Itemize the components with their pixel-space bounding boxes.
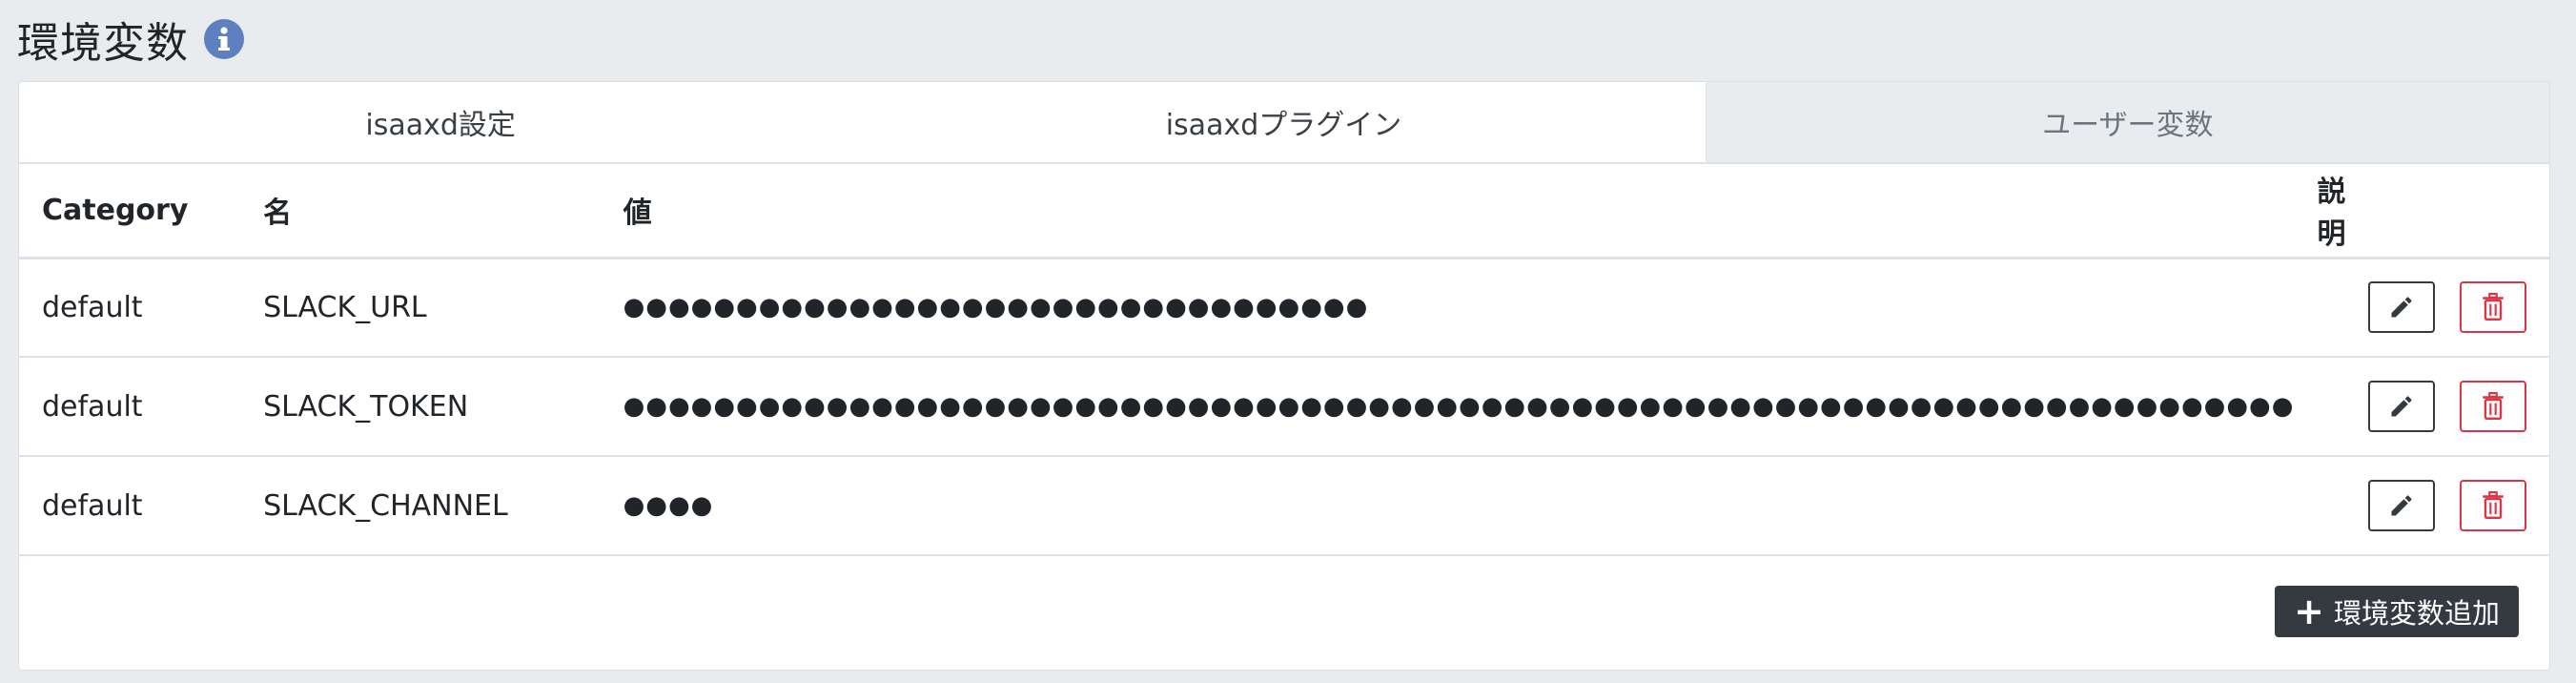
- header-description: 説明: [2294, 164, 2346, 259]
- page-header: 環境変数: [17, 8, 244, 71]
- info-icon[interactable]: [204, 19, 244, 59]
- cell-value: ●●●●: [623, 491, 714, 520]
- tab-user-variables[interactable]: ユーザー変数: [1705, 82, 2549, 162]
- tab-isaaxd-plugins[interactable]: isaaxdプラグイン: [862, 82, 1706, 162]
- plus-icon: +: [2294, 590, 2324, 632]
- header-actions: [2345, 164, 2549, 259]
- trash-icon: [2483, 392, 2504, 421]
- cell-name: SLACK_CHANNEL: [263, 488, 508, 523]
- cell-description: [2294, 357, 2345, 456]
- delete-button[interactable]: [2460, 480, 2526, 531]
- cell-actions: [2345, 357, 2549, 456]
- cell-description: [2294, 456, 2345, 555]
- table-footer: + 環境変数追加: [19, 556, 2549, 652]
- table-row: default SLACK_URL ●●●●●●●●●●●●●●●●●●●●●●…: [19, 258, 2549, 357]
- pencil-icon: [2391, 396, 2412, 417]
- cell-description: [2294, 258, 2345, 357]
- cell-value: ●●●●●●●●●●●●●●●●●●●●●●●●●●●●●●●●●: [623, 293, 1369, 322]
- cell-value: ●●●●●●●●●●●●●●●●●●●●●●●●●●●●●●●●●●●●●●●●…: [623, 392, 2295, 421]
- header-name: 名: [240, 164, 601, 259]
- table-row: default SLACK_CHANNEL ●●●●: [19, 456, 2549, 555]
- delete-button[interactable]: [2460, 281, 2526, 334]
- env-vars-card: isaaxd設定 isaaxdプラグイン ユーザー変数 Category 名 値…: [18, 81, 2550, 671]
- header-category: Category: [19, 164, 241, 259]
- delete-button[interactable]: [2460, 381, 2526, 432]
- env-vars-table: Category 名 値 説明 default SLACK_URL ●●●●●●…: [19, 164, 2549, 556]
- cell-category: default: [42, 488, 143, 523]
- cell-name: SLACK_URL: [263, 290, 427, 324]
- pencil-icon: [2391, 297, 2412, 318]
- page-title: 環境変数: [17, 19, 189, 68]
- tab-isaaxd-settings[interactable]: isaaxd設定: [19, 82, 863, 162]
- table-header-row: Category 名 値 説明: [19, 164, 2549, 259]
- add-env-var-button[interactable]: + 環境変数追加: [2275, 586, 2519, 637]
- trash-icon: [2483, 293, 2504, 321]
- edit-button[interactable]: [2368, 281, 2436, 334]
- pencil-icon: [2391, 495, 2412, 516]
- header-value: 値: [600, 164, 2295, 259]
- tab-bar: isaaxd設定 isaaxdプラグイン ユーザー変数: [19, 82, 2549, 164]
- edit-button[interactable]: [2368, 480, 2436, 531]
- cell-category: default: [42, 389, 143, 424]
- add-button-label: 環境変数追加: [2333, 597, 2500, 630]
- cell-actions: [2345, 456, 2549, 555]
- cell-actions: [2345, 258, 2549, 357]
- cell-category: default: [42, 290, 143, 324]
- trash-icon: [2483, 491, 2504, 520]
- table-row: default SLACK_TOKEN ●●●●●●●●●●●●●●●●●●●●…: [19, 357, 2549, 456]
- cell-name: SLACK_TOKEN: [263, 389, 469, 424]
- edit-button[interactable]: [2368, 381, 2436, 432]
